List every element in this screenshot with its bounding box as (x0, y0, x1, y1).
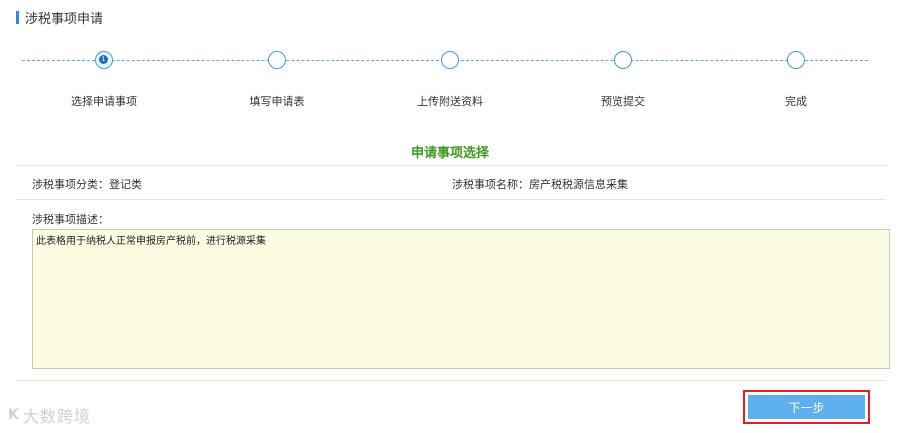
step-circle-icon (441, 51, 459, 69)
step-label: 上传附送资料 (417, 95, 483, 108)
step-circle-icon (787, 51, 805, 69)
title-accent-bar (16, 10, 19, 24)
step-preview-submit: 预览提交 (553, 48, 693, 109)
step-circle-icon (268, 51, 286, 69)
divider (16, 380, 886, 381)
divider (16, 199, 886, 200)
step-label: 完成 (785, 95, 807, 108)
description-label: 涉税事项描述： (32, 213, 109, 226)
step-select-item: 1 选择申请事项 (34, 48, 174, 109)
page-title: 涉税事项申请 (25, 11, 104, 27)
tax-item-name: 涉税事项名称：房产税税源信息采集 (452, 178, 628, 191)
section-title: 申请事项选择 (410, 146, 489, 161)
next-button-highlight: 下一步 (743, 390, 870, 424)
wizard-steps: 1 选择申请事项 填写申请表 上传附送资料 预览提交 完成 (0, 48, 900, 118)
step-circle-icon: 1 (95, 51, 113, 69)
step-fill-form: 填写申请表 (207, 48, 347, 109)
page-header: 涉税事项申请 (16, 8, 104, 27)
watermark-text: 大数跨境 (22, 407, 91, 426)
step-circle-icon (614, 51, 632, 69)
description-textarea[interactable]: 此表格用于纳税人正常申报房产税前，进行税源采集 (32, 229, 890, 369)
watermark: K 大数跨境 (8, 403, 91, 427)
step-complete: 完成 (726, 48, 866, 109)
step-number: 1 (99, 55, 108, 64)
divider (16, 165, 886, 166)
next-step-button[interactable]: 下一步 (748, 395, 865, 419)
tax-item-category: 涉税事项分类：登记类 (32, 178, 142, 191)
step-label: 填写申请表 (249, 95, 305, 108)
step-label: 预览提交 (601, 95, 645, 108)
step-upload-docs: 上传附送资料 (380, 48, 520, 109)
step-label: 选择申请事项 (71, 95, 137, 108)
watermark-logo-icon: K (8, 407, 19, 423)
